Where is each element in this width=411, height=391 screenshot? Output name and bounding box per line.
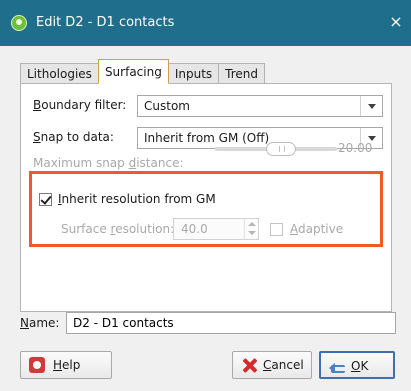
cancel-button-label: Cancel: [263, 358, 304, 372]
snap-to-data-value: Inherit from GM (Off): [144, 131, 270, 145]
edit-dialog: Lithologies Surfacing Inputs Trend Bound…: [0, 46, 411, 391]
ok-button[interactable]: OK: [319, 351, 395, 379]
surface-resolution-value: 40.0: [181, 222, 208, 236]
surface-resolution-label: Surface resolution:: [61, 222, 175, 236]
cancel-icon: [241, 357, 257, 373]
tab-surfacing[interactable]: Surfacing: [97, 59, 169, 84]
help-icon: [29, 357, 45, 373]
name-field[interactable]: [66, 312, 396, 334]
close-icon[interactable]: ×: [387, 13, 405, 31]
tab-bar: Lithologies Surfacing Inputs Trend: [20, 59, 265, 84]
adaptive-label: Adaptive: [290, 222, 344, 236]
tab-trend[interactable]: Trend: [218, 63, 265, 84]
boundary-filter-select[interactable]: Custom: [137, 95, 383, 117]
max-snap-distance-value: 20.00: [338, 141, 373, 155]
help-button-label: Help: [53, 358, 81, 372]
tab-inputs[interactable]: Inputs: [167, 63, 220, 84]
chevron-down-icon[interactable]: [360, 96, 382, 116]
name-input[interactable]: [67, 313, 395, 333]
spin-arrows-icon[interactable]: [244, 219, 258, 239]
inherit-resolution-label: Inherit resolution from GM: [58, 192, 216, 206]
boundary-filter-label: Boundary filter:: [33, 98, 127, 112]
inherit-resolution-checkbox[interactable]: [39, 193, 52, 206]
adaptive-checkbox[interactable]: [270, 223, 283, 236]
cancel-button[interactable]: Cancel: [232, 351, 312, 379]
boundary-filter-value: Custom: [144, 99, 190, 113]
slider-handle[interactable]: [266, 142, 296, 156]
max-snap-distance-label: Maximum snap distance:: [33, 156, 184, 170]
title-bar: Edit D2 - D1 contacts ×: [0, 0, 411, 46]
ok-button-label: OK: [351, 359, 369, 373]
window-title: Edit D2 - D1 contacts: [36, 15, 175, 30]
ok-arrow-icon: [329, 358, 345, 374]
app-logo-icon: [11, 15, 27, 31]
surface-resolution-spinbox[interactable]: 40.0: [173, 218, 259, 240]
help-button[interactable]: Help: [20, 351, 112, 379]
tab-lithologies[interactable]: Lithologies: [20, 63, 99, 84]
snap-to-data-label: Snap to data:: [33, 130, 114, 144]
name-label: Name:: [20, 316, 60, 330]
